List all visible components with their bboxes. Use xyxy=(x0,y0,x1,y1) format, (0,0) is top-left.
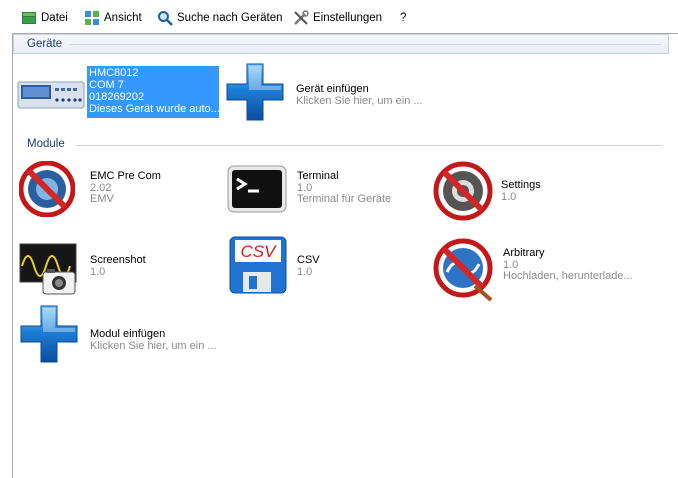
module-settings-text[interactable]: Settings 1.0 xyxy=(501,179,541,203)
module-name: Screenshot xyxy=(90,254,146,266)
module-terminal-text[interactable]: Terminal 1.0 Terminal für Geräte xyxy=(297,170,392,206)
add-module-subtitle: Klicken Sie hier, um ein ... xyxy=(90,339,217,352)
add-device-button[interactable] xyxy=(225,62,285,122)
menu-ansicht-label: Ansicht xyxy=(104,12,142,24)
module-screenshot-text[interactable]: Screenshot 1.0 xyxy=(90,254,146,278)
view-grid-icon xyxy=(85,11,99,25)
module-version: 1.0 xyxy=(297,265,313,278)
file-icon xyxy=(22,12,36,24)
module-name: CSV xyxy=(297,254,320,266)
add-device-subtitle: Klicken Sie hier, um ein ... xyxy=(296,94,423,107)
settings-forbidden-icon xyxy=(433,161,493,221)
module-description: Terminal für Geräte xyxy=(297,193,392,205)
module-settings[interactable] xyxy=(433,161,493,221)
terminal-icon xyxy=(227,165,287,213)
module-name: Settings xyxy=(501,179,541,191)
svg-text:CSV: CSV xyxy=(241,242,278,261)
menu-bar: Datei Ansicht Suche nach Geräten Einstel… xyxy=(0,0,678,32)
menu-suche[interactable]: Suche nach Geräten xyxy=(157,9,283,27)
module-description: EMV xyxy=(90,193,114,205)
module-screenshot[interactable] xyxy=(19,240,79,296)
menu-help[interactable]: ? xyxy=(400,9,406,27)
multimeter-device-icon xyxy=(17,81,85,109)
module-terminal[interactable] xyxy=(227,165,287,215)
geraete-group-divider xyxy=(69,44,661,45)
add-device-title: Gerät einfügen xyxy=(296,83,369,95)
arbitrary-forbidden-icon xyxy=(433,238,493,302)
geraete-group-header: Geräte xyxy=(13,34,669,54)
search-icon xyxy=(158,11,173,26)
module-csv-text[interactable]: CSV 1.0 xyxy=(297,254,320,278)
module-name: EMC Pre Com xyxy=(90,170,161,182)
csv-icon: CSV xyxy=(229,236,287,294)
device-serial: 018269202 xyxy=(89,91,145,103)
module-group-divider xyxy=(75,145,663,146)
device-status: Dieses Gerät wurde auto... xyxy=(89,103,219,115)
tools-icon xyxy=(294,10,309,25)
module-emc-pre-com[interactable] xyxy=(18,160,76,218)
menu-datei[interactable]: Datei xyxy=(21,9,68,27)
module-version: 1.0 xyxy=(90,265,106,278)
module-name: Terminal xyxy=(297,170,339,182)
add-module-text[interactable]: Modul einfügen Klicken Sie hier, um ein … xyxy=(90,328,217,352)
device-name: HMC8012 xyxy=(89,67,139,79)
plus-icon xyxy=(19,304,79,364)
module-arbitrary-text[interactable]: Arbitrary 1.0 Hochladen, herunterlade... xyxy=(503,247,633,283)
menu-suche-label: Suche nach Geräten xyxy=(177,12,283,24)
menu-einstellungen-label: Einstellungen xyxy=(313,12,383,24)
forbidden-icon xyxy=(18,160,76,218)
menu-datei-label: Datei xyxy=(41,12,68,24)
module-arbitrary[interactable] xyxy=(433,238,497,302)
module-version: 1.0 xyxy=(501,190,517,203)
module-csv[interactable]: CSV xyxy=(229,236,287,294)
module-group-title: Module xyxy=(27,138,65,150)
menu-help-label: ? xyxy=(400,12,407,24)
plus-icon xyxy=(225,62,285,122)
add-module-title: Modul einfügen xyxy=(90,328,166,340)
module-emc-text[interactable]: EMC Pre Com 2.02 EMV xyxy=(90,170,161,206)
module-name: Arbitrary xyxy=(503,247,545,259)
add-module-button[interactable] xyxy=(19,304,79,364)
geraete-group-title: Geräte xyxy=(27,38,63,50)
device-module-panel: Geräte HMC8012 COM 7 018269202 Dieses Ge… xyxy=(12,33,678,478)
module-description: Hochladen, herunterlade... xyxy=(503,270,633,282)
device-tile-selection[interactable]: HMC8012 COM 7 018269202 Dieses Gerät wur… xyxy=(87,66,219,118)
add-device-text[interactable]: Gerät einfügen Klicken Sie hier, um ein … xyxy=(296,83,423,107)
device-port: COM 7 xyxy=(89,79,124,91)
menu-ansicht[interactable]: Ansicht xyxy=(84,9,142,27)
menu-einstellungen[interactable]: Einstellungen xyxy=(293,9,382,27)
screenshot-icon xyxy=(19,243,77,295)
